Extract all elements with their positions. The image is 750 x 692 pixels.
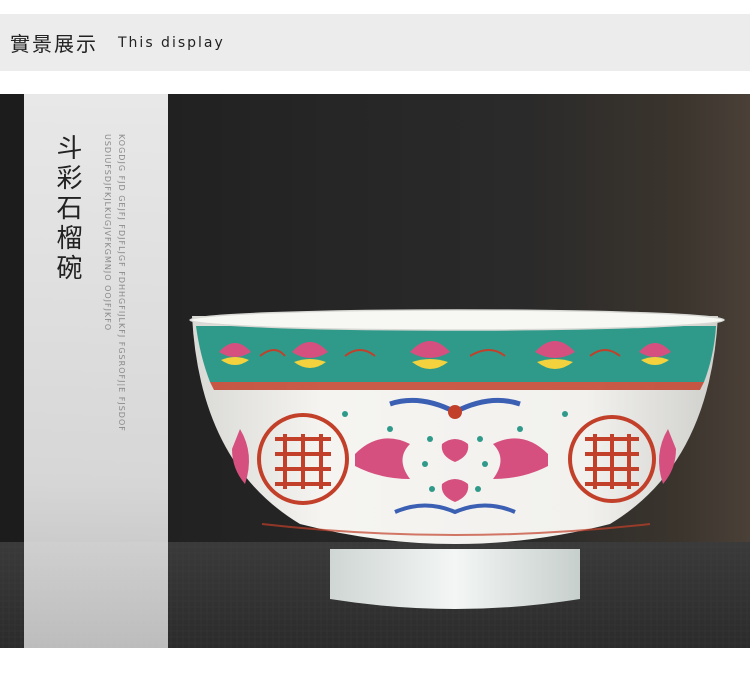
header-title-en: This display [118, 34, 225, 51]
header-title-cn: 實景展示 [10, 32, 98, 56]
product-code-text: KOGDJG FJD GEJFJ FDJFLJGF FDHHGFIJLKFJ F… [103, 134, 126, 432]
bowl-rim [189, 309, 725, 331]
bowl-band [196, 326, 716, 382]
header-bar: 實景展示 This display [0, 14, 750, 71]
product-title: 斗彩石榴碗 [52, 134, 82, 284]
bowl-foot [330, 549, 580, 609]
